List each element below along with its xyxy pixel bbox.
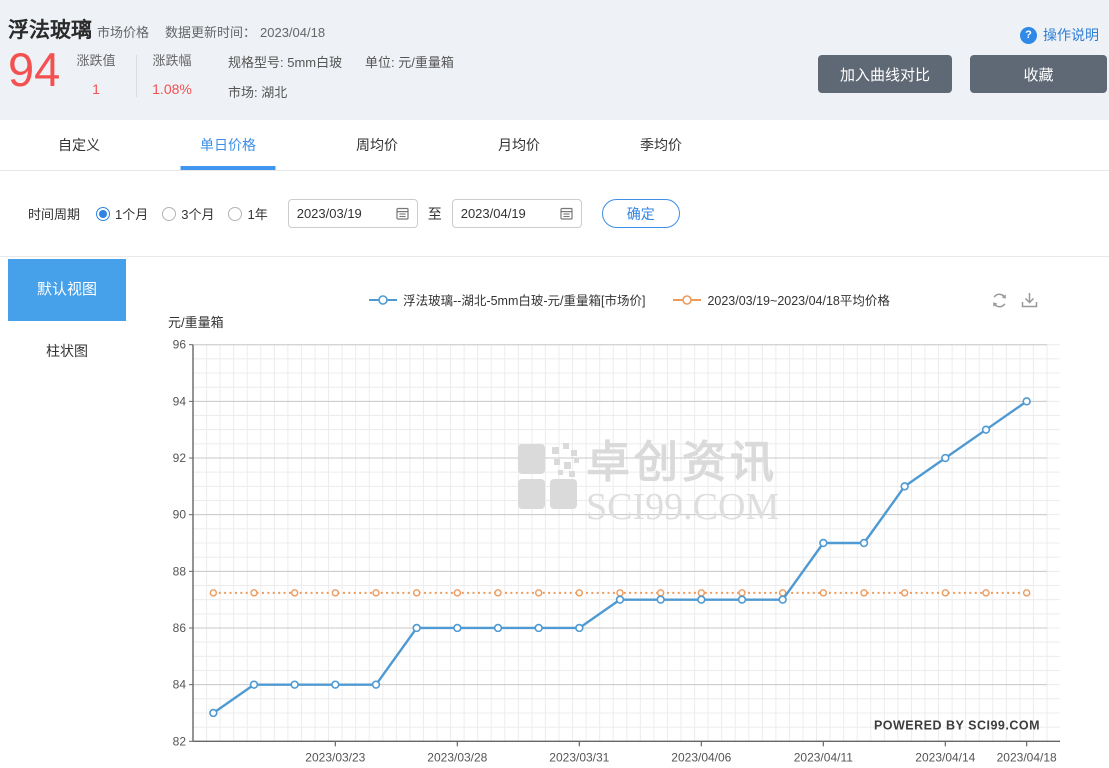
price-line-chart[interactable]: 82 84 86 88 90 92 94 96 元/重量箱 2023/03/23 2023/03/2…	[150, 259, 1109, 768]
page-title: 浮法玻璃	[8, 14, 92, 44]
favorite-button[interactable]: 收藏	[970, 55, 1107, 93]
sidebar-item-default-view[interactable]: 默认视图	[8, 259, 126, 321]
tab-monthly-avg[interactable]: 月均价	[498, 120, 540, 170]
radio-1-month[interactable]: 1个月	[96, 204, 148, 223]
question-circle-icon: ?	[1020, 27, 1037, 44]
update-time-value: 2023/04/18	[260, 25, 325, 40]
change-value-label: 涨跌值	[72, 50, 120, 69]
change-value: 1	[72, 81, 120, 97]
radio-1-year-label: 1年	[247, 204, 267, 223]
tab-daily-price[interactable]: 单日价格	[200, 120, 256, 170]
svg-text:2023/03/23: 2023/03/23	[305, 750, 365, 764]
change-pct-label: 涨跌幅	[148, 50, 196, 69]
svg-text:POWERED BY SCI99.COM: POWERED BY SCI99.COM	[874, 718, 1040, 732]
price-type-label: 市场价格	[97, 22, 149, 41]
svg-text:2023/04/18: 2023/04/18	[997, 750, 1057, 764]
end-date-value: 2023/04/19	[461, 206, 526, 221]
radio-1-month-label: 1个月	[115, 204, 148, 223]
chart-area: 浮法玻璃--湖北-5mm白玻-元/重量箱[市场价] 2023/03/19~202…	[150, 259, 1109, 768]
tab-quarterly-avg[interactable]: 季均价	[640, 120, 682, 170]
tab-bar: 自定义 单日价格 周均价 月均价 季均价	[0, 120, 1109, 171]
filter-bar: 时间周期 1个月 3个月 1年 2023/03/19	[0, 171, 1109, 257]
spec-info: 规格型号: 5mm白玻 市场: 湖北	[228, 52, 342, 112]
svg-text:84: 84	[173, 678, 187, 692]
svg-text:SCI99.COM: SCI99.COM	[586, 486, 779, 528]
radio-3-month[interactable]: 3个月	[162, 204, 214, 223]
svg-text:90: 90	[173, 508, 187, 522]
change-value-group: 涨跌值 1	[72, 50, 120, 97]
confirm-button[interactable]: 确定	[602, 199, 680, 228]
radio-dot-icon	[96, 207, 110, 221]
spec-market: 市场: 湖北	[228, 82, 342, 101]
svg-text:88: 88	[173, 564, 187, 578]
svg-text:2023/04/14: 2023/04/14	[915, 750, 975, 764]
start-date-input[interactable]: 2023/03/19	[288, 199, 418, 228]
sidebar-item-bar-chart[interactable]: 柱状图	[8, 321, 126, 381]
calendar-icon	[396, 207, 409, 220]
calendar-icon	[560, 207, 573, 220]
header: 浮法玻璃 市场价格 数据更新时间： 2023/04/18 ? 操作说明 94 涨跌…	[0, 0, 1109, 120]
help-label: 操作说明	[1043, 25, 1099, 45]
svg-text:82: 82	[173, 734, 187, 748]
svg-text:94: 94	[173, 394, 187, 408]
svg-text:卓创资讯: 卓创资讯	[586, 438, 778, 487]
radio-dot-icon	[162, 207, 176, 221]
period-label: 时间周期	[28, 204, 80, 223]
svg-text:2023/03/31: 2023/03/31	[549, 750, 609, 764]
chart-section: 默认视图 柱状图 浮法玻璃--湖北-5mm白玻-元/重量箱[市场价]	[0, 259, 1109, 768]
svg-text:2023/04/11: 2023/04/11	[794, 750, 853, 764]
svg-text:92: 92	[173, 451, 187, 465]
start-date-value: 2023/03/19	[297, 206, 362, 221]
unit-label: 单位: 元/重量箱	[365, 52, 454, 71]
end-date-input[interactable]: 2023/04/19	[452, 199, 582, 228]
radio-dot-icon	[228, 207, 242, 221]
change-pct-value: 1.08%	[148, 81, 196, 97]
svg-text:2023/03/28: 2023/03/28	[427, 750, 487, 764]
content-card: 自定义 单日价格 周均价 月均价 季均价 时间周期 1个月 3个月 1年 202…	[0, 120, 1109, 768]
update-time: 数据更新时间： 2023/04/18	[165, 22, 329, 41]
date-to-label: 至	[428, 204, 442, 224]
help-link[interactable]: ? 操作说明	[1020, 25, 1099, 45]
update-time-label: 数据更新时间：	[165, 25, 256, 40]
svg-text:86: 86	[173, 621, 187, 635]
radio-3-month-label: 3个月	[181, 204, 214, 223]
tab-weekly-avg[interactable]: 周均价	[356, 120, 398, 170]
tab-custom[interactable]: 自定义	[58, 120, 100, 170]
current-price: 94	[8, 44, 60, 96]
float-glass-price-page: 浮法玻璃 市场价格 数据更新时间： 2023/04/18 ? 操作说明 94 涨跌…	[0, 0, 1109, 768]
add-to-compare-button[interactable]: 加入曲线对比	[818, 55, 952, 93]
svg-text:2023/04/06: 2023/04/06	[671, 750, 731, 764]
svg-text:元/重量箱: 元/重量箱	[168, 315, 224, 330]
svg-text:96: 96	[173, 338, 187, 352]
radio-1-year[interactable]: 1年	[228, 204, 267, 223]
change-pct-group: 涨跌幅 1.08%	[148, 50, 196, 97]
spec-model: 规格型号: 5mm白玻	[228, 52, 342, 71]
vertical-divider	[136, 55, 137, 97]
